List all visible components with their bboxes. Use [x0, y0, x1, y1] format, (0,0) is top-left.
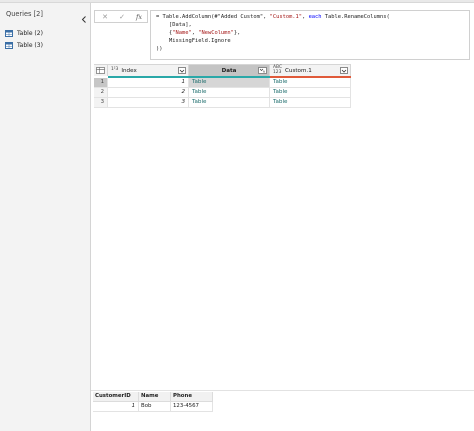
index-cell[interactable]: 2 [108, 88, 189, 98]
formula-string: "Custom.1" [269, 14, 303, 20]
data-cell[interactable]: Table [189, 78, 270, 88]
preview-column-header: Phone [171, 392, 213, 402]
index-cell[interactable]: 3 [108, 98, 189, 108]
index-cell[interactable]: 1 [108, 78, 189, 88]
table-row: 3 3 Table Table [94, 98, 352, 108]
table-row: 1 1 Table Table [94, 78, 352, 88]
formula-text: { [156, 30, 173, 36]
formula-text: MissingField.Ignore [156, 38, 231, 44]
filter-dropdown-button[interactable] [340, 67, 348, 74]
column-header-custom-1[interactable]: ABC 123 Custom.1 [270, 64, 351, 76]
column-header-data[interactable]: Data [189, 64, 270, 76]
expand-icon [259, 68, 265, 73]
commit-formula-button[interactable]: ✓ [114, 11, 130, 23]
expand-column-button[interactable] [258, 67, 267, 74]
preview-cell: 123-4567 [171, 402, 213, 412]
formula-string: "NewColumn" [198, 30, 234, 36]
table-icon [5, 41, 13, 49]
column-header-index[interactable]: 1²3 Index [108, 64, 189, 76]
row-number[interactable]: 2 [94, 88, 108, 98]
table-row: 2 2 Table Table [94, 88, 352, 98]
preview-cell: 1 [93, 402, 139, 412]
column-name: Data [221, 67, 237, 74]
formula-editor[interactable]: = Table.AddColumn(#"Added Custom", "Cust… [150, 10, 470, 60]
custom-cell[interactable]: Table [270, 78, 351, 88]
filter-dropdown-button[interactable] [178, 67, 186, 74]
chevron-down-icon [341, 69, 347, 73]
preview-column-header: Name [139, 392, 171, 402]
formula-line-2: [Data], [156, 21, 192, 29]
column-name: Custom.1 [285, 67, 312, 74]
fx-icon: fx [135, 13, 143, 21]
formula-line-3: {"Name", "NewColumn"}, [156, 29, 240, 37]
data-cell[interactable]: Table [189, 98, 270, 108]
queries-pane-title: Queries [2] [6, 10, 43, 18]
column-type-icon[interactable]: 1²3 [111, 68, 118, 73]
formula-string: "Name" [172, 30, 192, 36]
formula-keyword: each [308, 14, 322, 20]
query-item-table-3[interactable]: Table (3) [5, 40, 43, 50]
formula-text: }, [233, 30, 241, 36]
preview-divider[interactable] [91, 390, 474, 391]
queries-pane: Queries [2] Table (2) Table (3) [0, 3, 91, 431]
cancel-formula-button[interactable]: ✕ [97, 11, 113, 23]
formula-line-5: )) [156, 45, 163, 53]
formula-text: Table.RenameColumns( [321, 14, 390, 20]
column-type-icon[interactable]: ABC 123 [273, 65, 282, 75]
query-item-label: Table (3) [17, 41, 43, 49]
query-item-table-2[interactable]: Table (2) [5, 28, 43, 38]
formula-line-4: MissingField.Ignore [156, 37, 231, 45]
custom-cell[interactable]: Table [270, 88, 351, 98]
formula-buttons: ✕ ✓ fx [94, 10, 148, 23]
data-cell[interactable]: Table [189, 88, 270, 98]
insert-function-button[interactable]: fx [131, 11, 147, 23]
preview-column-header: CustomerID [93, 392, 139, 402]
table-menu-icon [96, 67, 105, 74]
formula-text: )) [156, 46, 163, 52]
column-name: Index [121, 67, 137, 74]
preview-cell: Bob [139, 402, 171, 412]
check-icon: ✓ [119, 13, 125, 21]
row-number[interactable]: 3 [94, 98, 108, 108]
formula-line-1: = Table.AddColumn(#"Added Custom", "Cust… [156, 13, 390, 21]
table-menu-button[interactable] [94, 64, 108, 76]
collapse-chevron-icon[interactable] [80, 9, 88, 23]
table-icon [5, 29, 13, 37]
close-icon: ✕ [102, 13, 108, 21]
row-number[interactable]: 1 [94, 78, 108, 88]
formula-text: = Table.AddColumn(#"Added Custom", [156, 14, 270, 20]
formula-text: [Data], [156, 22, 192, 28]
custom-cell[interactable]: Table [270, 98, 351, 108]
query-item-label: Table (2) [17, 29, 43, 37]
chevron-down-icon [179, 69, 185, 73]
